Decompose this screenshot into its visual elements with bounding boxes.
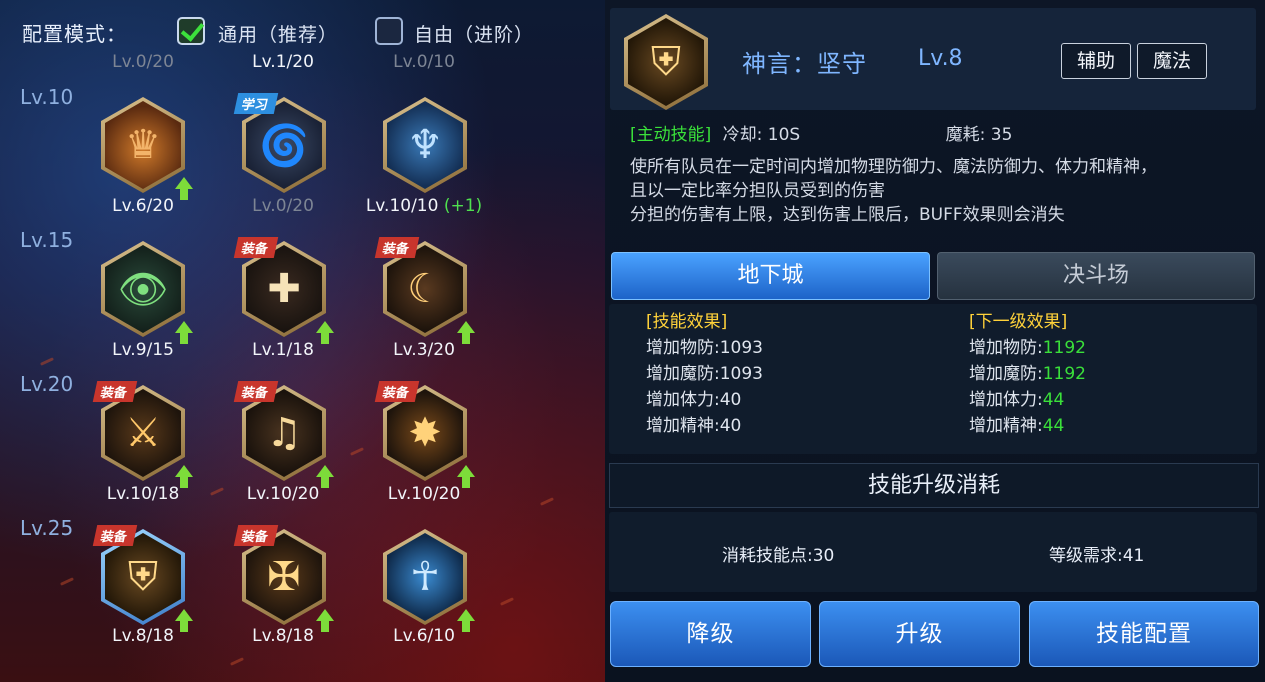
skill-level-label: Lv.6/20 <box>112 196 174 216</box>
current-effects-title: [技能效果] <box>646 312 728 332</box>
crown-icon: ♛ <box>125 122 161 168</box>
effect-row: 增加体力:40 <box>646 390 742 410</box>
next-effects-title: [下一级效果] <box>969 312 1068 332</box>
upgrade-arrow-icon <box>316 465 334 488</box>
eye-figure-icon: 👁 <box>117 266 169 313</box>
skill-slot-burst[interactable]: ✸ 装备 <box>374 381 475 488</box>
bonus-level: (+1) <box>443 196 483 216</box>
skill-level-label: Lv.8/18 <box>112 626 174 646</box>
skill-slot-music[interactable]: ♫ 装备 <box>233 381 334 488</box>
magic-tag: 魔法 <box>1137 43 1207 79</box>
equip-tag: 装备 <box>92 525 138 546</box>
effect-row: 增加精神:40 <box>646 416 742 436</box>
skill-level-label: Lv.0/20 <box>112 52 174 72</box>
downgrade-button[interactable]: 降级 <box>610 601 811 667</box>
skill-point-cost: 消耗技能点:30 <box>722 546 835 566</box>
skill-level-label: Lv.8/18 <box>252 626 314 646</box>
shield-icon: ⛨ <box>651 39 681 85</box>
level-requirement: 等级需求:41 <box>1049 546 1145 566</box>
skill-level-label: Lv.0/10 <box>393 52 455 72</box>
spirit-icon: ☥ <box>410 554 440 600</box>
skill-level: Lv.8 <box>918 46 963 71</box>
tier-label-20: Lv.20 <box>20 372 74 396</box>
skill-slot-holy-cross[interactable]: ✠ 装备 <box>233 525 334 632</box>
upgrade-arrow-icon <box>316 609 334 632</box>
mana-cost: 魔耗: 35 <box>945 125 1013 145</box>
upgrade-arrow-icon <box>457 609 475 632</box>
upgrade-arrow-icon <box>457 465 475 488</box>
equip-tag: 装备 <box>92 381 138 402</box>
equip-tag: 装备 <box>233 525 279 546</box>
skill-level-label: Lv.0/20 <box>252 196 314 216</box>
upgrade-arrow-icon <box>175 465 193 488</box>
skill-slot-warrior[interactable]: ⚔ 装备 <box>92 381 193 488</box>
upgrade-arrow-icon <box>316 321 334 344</box>
skill-slot-dancer[interactable]: 🌀 学习 <box>233 93 326 193</box>
config-mode-label: 配置模式： <box>22 22 127 46</box>
free-mode-label[interactable]: 自由（进阶） <box>414 20 534 47</box>
skill-level-label: Lv.10/20 <box>387 484 461 504</box>
cooldown: 冷却: 10S <box>722 125 801 145</box>
tier-label-10: Lv.10 <box>20 85 74 109</box>
upgrade-arrow-icon <box>175 177 193 200</box>
skill-level-label: Lv.3/20 <box>393 340 455 360</box>
skill-slot-eye-figure[interactable]: 👁 <box>101 241 193 344</box>
skill-slot-spirit[interactable]: ☥ <box>383 529 475 632</box>
angel-icon: ♆ <box>407 122 443 168</box>
tier-label-15: Lv.15 <box>20 228 74 252</box>
upgrade-arrow-icon <box>457 321 475 344</box>
next-effects: [下一级效果] 增加物防:1192 增加魔防:1192 增加体力:44 增加精神… <box>969 309 1086 453</box>
general-mode-label[interactable]: 通用（推荐） <box>218 20 338 47</box>
equip-tag: 装备 <box>233 381 279 402</box>
upgrade-arrow-icon <box>175 609 193 632</box>
equip-tag: 装备 <box>374 381 420 402</box>
skill-stats-line: [主动技能] 冷却: 10S 魔耗: 35 <box>630 123 1245 147</box>
effect-row: 增加物防:1093 <box>646 338 763 358</box>
equip-tag: 装备 <box>233 237 279 258</box>
effect-row: 增加魔防:1192 <box>969 364 1086 384</box>
description-line: 分担的伤害有上限，达到伤害上限后，BUFF效果则会消失 <box>630 205 1065 225</box>
free-mode-checkbox[interactable] <box>375 17 403 45</box>
cost-panel <box>609 512 1257 592</box>
skill-level-label: Lv.9/15 <box>112 340 174 360</box>
description-line: 且以一定比率分担队员受到的伤害 <box>630 181 885 201</box>
skill-slot-angel[interactable]: ♆ <box>383 97 467 193</box>
skill-slot-shield-selected[interactable]: ⛨ 装备 <box>92 525 193 632</box>
general-mode-checkbox[interactable] <box>177 17 205 45</box>
current-effects: [技能效果] 增加物防:1093 增加魔防:1093 增加体力:40 增加精神:… <box>646 309 763 453</box>
skill-slot-crown[interactable]: ♛ <box>101 97 193 200</box>
description-line: 使所有队员在一定时间内增加物理防御力、魔法防御力、体力和精神， <box>630 157 1157 177</box>
upgrade-arrow-icon <box>175 321 193 344</box>
skill-config-button[interactable]: 技能配置 <box>1029 601 1259 667</box>
skill-description: 使所有队员在一定时间内增加物理防御力、魔法防御力、体力和精神， 且以一定比率分担… <box>630 155 1245 231</box>
upgrade-cost-title: 技能升级消耗 <box>609 463 1259 508</box>
effect-row: 增加魔防:1093 <box>646 364 763 384</box>
learn-tag: 学习 <box>233 93 279 114</box>
skill-type: [主动技能] <box>630 125 712 145</box>
skill-name: 神言：坚守 <box>742 50 867 78</box>
selected-skill-icon: ⛨ <box>624 14 708 110</box>
tab-arena[interactable]: 决斗场 <box>937 252 1255 300</box>
tab-dungeon[interactable]: 地下城 <box>611 252 930 300</box>
skill-level-label: Lv.10/20 <box>246 484 320 504</box>
effect-row: 增加物防:1192 <box>969 338 1086 358</box>
skill-slot-sparkle-cross[interactable]: ✚ 装备 <box>233 237 334 344</box>
skill-level-label: Lv.1/18 <box>252 340 314 360</box>
upgrade-button[interactable]: 升级 <box>819 601 1020 667</box>
skill-level-label: Lv.6/10 <box>393 626 455 646</box>
skill-level-label: Lv.10/10 (+1) <box>365 196 483 216</box>
effect-row: 增加体力:44 <box>969 390 1065 410</box>
skill-slot-crescent[interactable]: ☾ 装备 <box>374 237 475 344</box>
equip-tag: 装备 <box>374 237 420 258</box>
skill-level-label: Lv.10/18 <box>106 484 180 504</box>
tier-label-25: Lv.25 <box>20 516 74 540</box>
effect-row: 增加精神:44 <box>969 416 1065 436</box>
support-tag: 辅助 <box>1061 43 1131 79</box>
skill-level-label: Lv.1/20 <box>252 52 314 72</box>
